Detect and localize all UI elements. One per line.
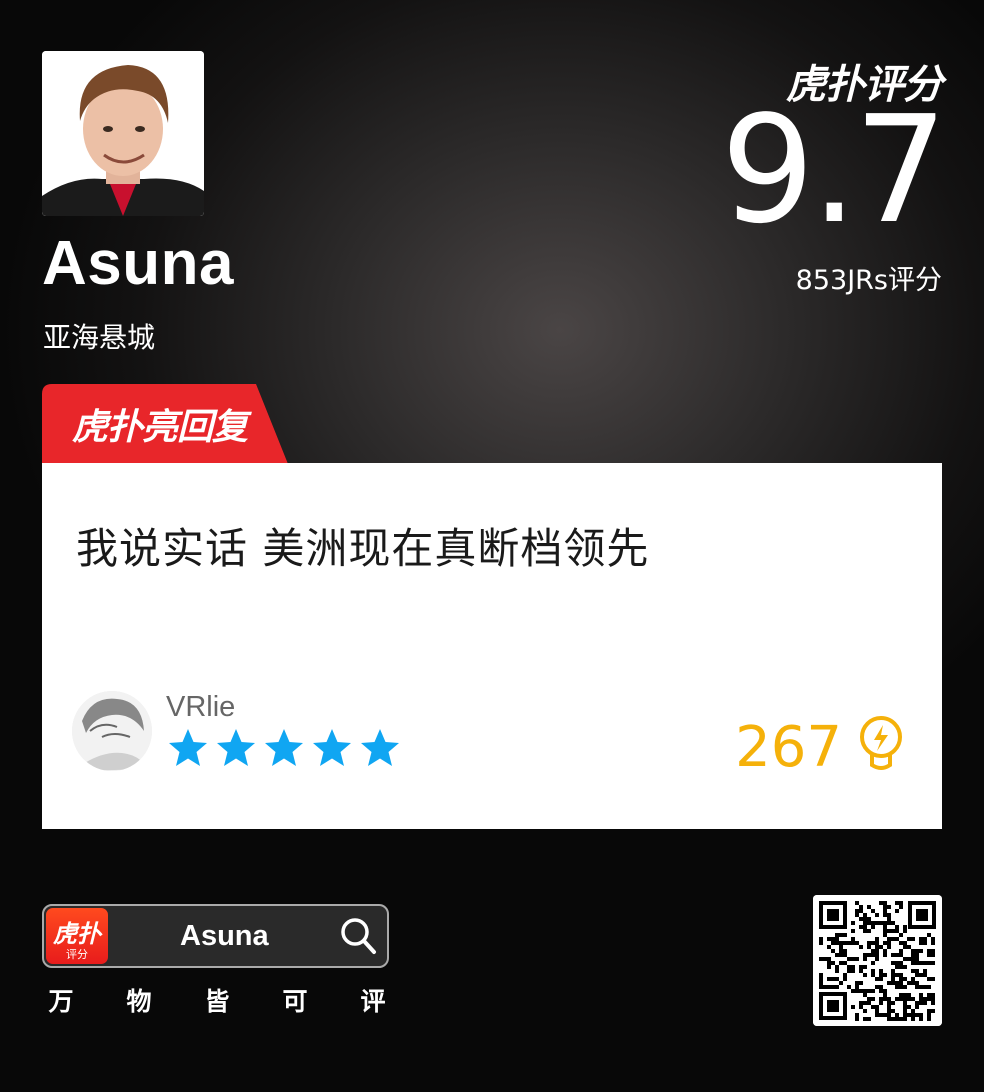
search-bar[interactable]: 虎扑 评分 Asuna — [42, 904, 389, 968]
slogan-char: 皆 — [204, 987, 230, 1016]
comment-card: 我说实话 美洲现在真断档领先 VRlie 267 — [42, 463, 942, 829]
star-icon — [361, 729, 399, 766]
app-icon-label: 虎扑 — [53, 920, 101, 948]
player-avatar — [42, 51, 204, 216]
qr-code[interactable] — [813, 895, 942, 1026]
username[interactable]: VRlie — [166, 691, 235, 724]
slogan: 万 物 皆 可 评 — [42, 982, 392, 1018]
star-icon — [169, 729, 207, 766]
app-icon[interactable]: 虎扑 评分 — [46, 908, 108, 964]
slogan-char: 可 — [282, 987, 308, 1016]
slogan-char: 物 — [126, 987, 152, 1016]
rating-count: 853JRs评分 — [795, 265, 942, 296]
hot-reply-label: 虎扑亮回复 — [72, 407, 248, 448]
likes-count: 267 — [735, 715, 842, 780]
star-rating — [169, 729, 399, 766]
lightbulb-icon[interactable] — [856, 715, 906, 773]
rating-score: 9.7 — [720, 84, 948, 256]
user-avatar[interactable] — [72, 691, 152, 771]
team-name: 亚海悬城 — [43, 321, 156, 354]
star-icon — [313, 729, 351, 766]
star-icon — [217, 729, 255, 766]
slogan-char: 评 — [360, 987, 386, 1016]
comment-text: 我说实话 美洲现在真断档领先 — [76, 524, 650, 573]
player-name: Asuna — [42, 229, 234, 298]
app-icon-sub: 评分 — [66, 948, 88, 961]
search-text: Asuna — [180, 920, 269, 952]
slogan-char: 万 — [48, 987, 74, 1016]
star-icon — [265, 729, 303, 766]
search-icon[interactable] — [339, 916, 377, 956]
